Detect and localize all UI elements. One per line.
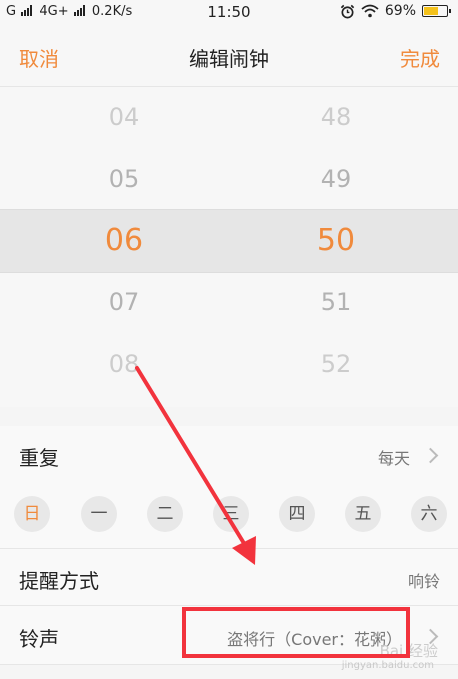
repeat-label: 重复: [19, 446, 59, 470]
wifi-icon: [361, 4, 379, 18]
minute-option[interactable]: 48: [276, 103, 396, 131]
day-saturday[interactable]: 六: [411, 496, 447, 532]
hour-option[interactable]: 07: [64, 288, 184, 316]
chevron-right-icon: [422, 447, 439, 464]
battery-percent: 69%: [384, 3, 416, 19]
minute-option[interactable]: 51: [276, 288, 396, 316]
reminder-label: 提醒方式: [19, 569, 99, 593]
day-thursday[interactable]: 四: [279, 496, 315, 532]
alarm-clock-icon: [340, 4, 355, 18]
watermark-url: jingyan.baidu.com: [341, 660, 434, 671]
reminder-value: 响铃: [407, 572, 440, 591]
battery-fill: [424, 7, 438, 15]
battery-icon: [422, 5, 451, 17]
repeat-value: 每天: [377, 449, 410, 468]
time-picker: 04 05 06 07 08 48 49 50 51 52: [0, 87, 458, 407]
day-tuesday[interactable]: 二: [147, 496, 183, 532]
status-right: 69%: [340, 3, 451, 19]
day-monday[interactable]: 一: [81, 496, 117, 532]
minute-option[interactable]: 52: [276, 350, 396, 378]
ringtone-label: 铃声: [19, 627, 59, 651]
weekday-selector: 日 一 二 三 四 五 六: [0, 482, 458, 549]
minute-wheel[interactable]: 48 49 50 51 52: [276, 87, 396, 407]
hour-option[interactable]: 08: [64, 350, 184, 378]
hour-wheel[interactable]: 04 05 06 07 08: [64, 87, 184, 407]
hour-option[interactable]: 05: [64, 165, 184, 193]
page-title: 编辑闹钟: [189, 47, 269, 71]
done-button[interactable]: 完成: [400, 43, 440, 72]
hour-option[interactable]: 04: [64, 103, 184, 131]
repeat-row[interactable]: 重复 每天: [0, 426, 458, 483]
nav-header: 取消 编辑闹钟 完成: [0, 24, 458, 87]
ringtone-value: 盗将行（Cover：花粥）: [227, 630, 402, 649]
minute-selected[interactable]: 50: [276, 223, 396, 258]
cancel-button[interactable]: 取消: [19, 43, 59, 72]
watermark-text: Bai 经验: [379, 642, 438, 660]
day-wednesday[interactable]: 三: [213, 496, 249, 532]
hour-selected[interactable]: 06: [64, 223, 184, 258]
reminder-row[interactable]: 提醒方式 响铃: [0, 549, 458, 606]
day-sunday[interactable]: 日: [14, 496, 50, 532]
minute-option[interactable]: 49: [276, 165, 396, 193]
day-friday[interactable]: 五: [345, 496, 381, 532]
status-bar: G 4G+ 0.2K/s 11:50 69%: [0, 0, 458, 24]
